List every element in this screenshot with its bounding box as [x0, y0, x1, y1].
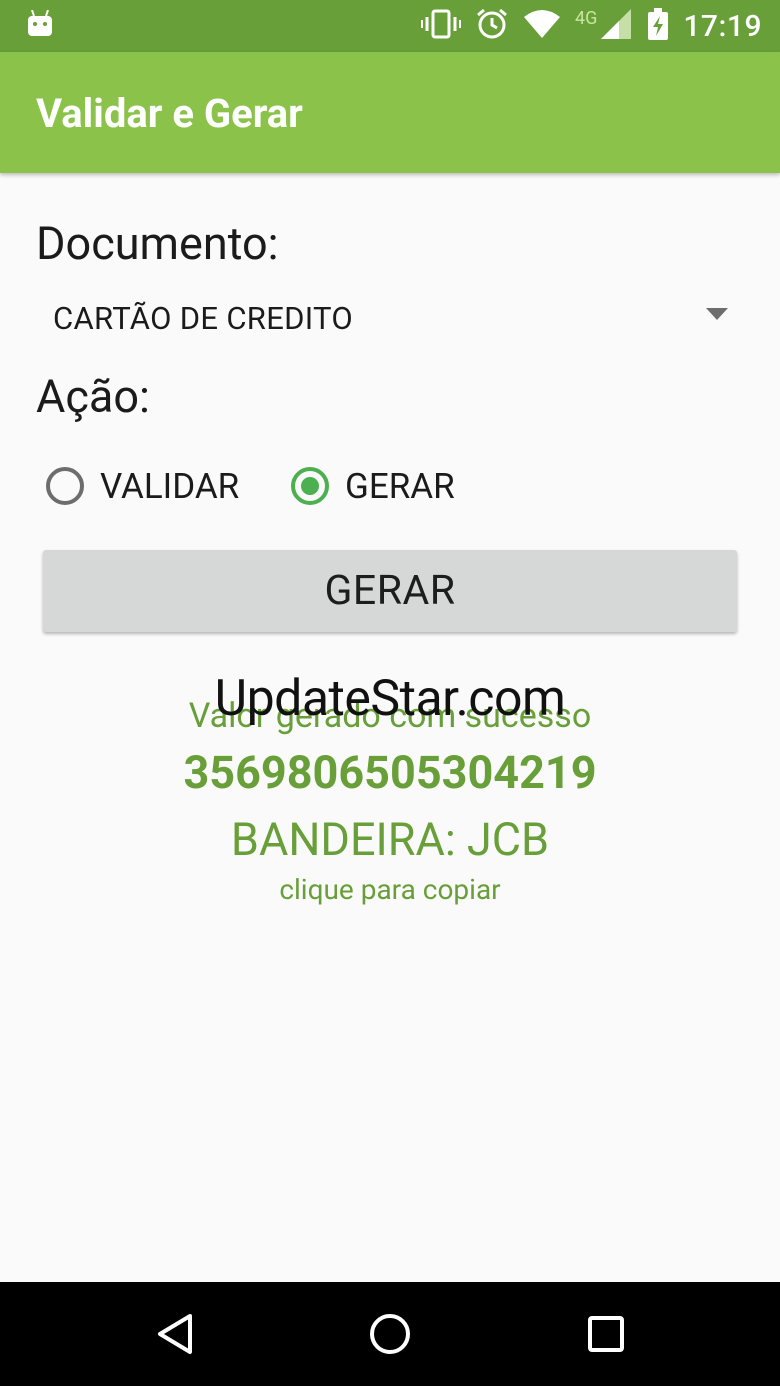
- home-icon[interactable]: [366, 1310, 414, 1358]
- recents-icon[interactable]: [582, 1310, 630, 1358]
- status-bar: 4G 17:19: [0, 0, 780, 52]
- vibrate-icon: [420, 8, 461, 44]
- main-content: Documento: CARTÃO DE CREDITO Ação: VALID…: [0, 173, 780, 1282]
- signal-icon: [599, 8, 633, 44]
- dropdown-arrow-icon: [706, 305, 728, 324]
- alarm-icon: [475, 7, 509, 45]
- clock: 17:19: [683, 8, 762, 44]
- radio-dot: [301, 477, 319, 495]
- radio-validar-label: VALIDAR: [100, 465, 240, 507]
- wifi-icon: [523, 9, 561, 43]
- action-label: Ação:: [36, 370, 150, 423]
- android-icon: [26, 9, 54, 42]
- radio-gerar-label: GERAR: [345, 465, 455, 507]
- gerar-button[interactable]: GERAR: [43, 550, 737, 632]
- document-spinner[interactable]: CARTÃO DE CREDITO: [36, 285, 744, 351]
- radio-validar[interactable]: VALIDAR: [46, 456, 239, 516]
- radio-checked-icon: [291, 467, 329, 505]
- radio-gerar[interactable]: GERAR: [291, 456, 455, 516]
- action-radio-group: VALIDAR GERAR: [46, 456, 746, 516]
- document-label: Documento:: [36, 217, 279, 270]
- app-title: Validar e Gerar: [36, 90, 303, 137]
- network-type: 4G: [574, 8, 598, 29]
- card-brand: BANDEIRA: JCB: [230, 813, 550, 866]
- watermark: UpdateStar.com: [214, 670, 566, 728]
- document-spinner-value: CARTÃO DE CREDITO: [53, 299, 354, 337]
- copy-hint[interactable]: clique para copiar: [0, 873, 780, 906]
- app-bar: Validar e Gerar: [0, 52, 780, 173]
- back-icon[interactable]: [152, 1310, 200, 1358]
- radio-unchecked-icon: [46, 467, 84, 505]
- generated-number[interactable]: 3569806505304219: [0, 746, 780, 799]
- navigation-bar: [0, 1282, 780, 1386]
- battery-charging-icon: [647, 7, 669, 45]
